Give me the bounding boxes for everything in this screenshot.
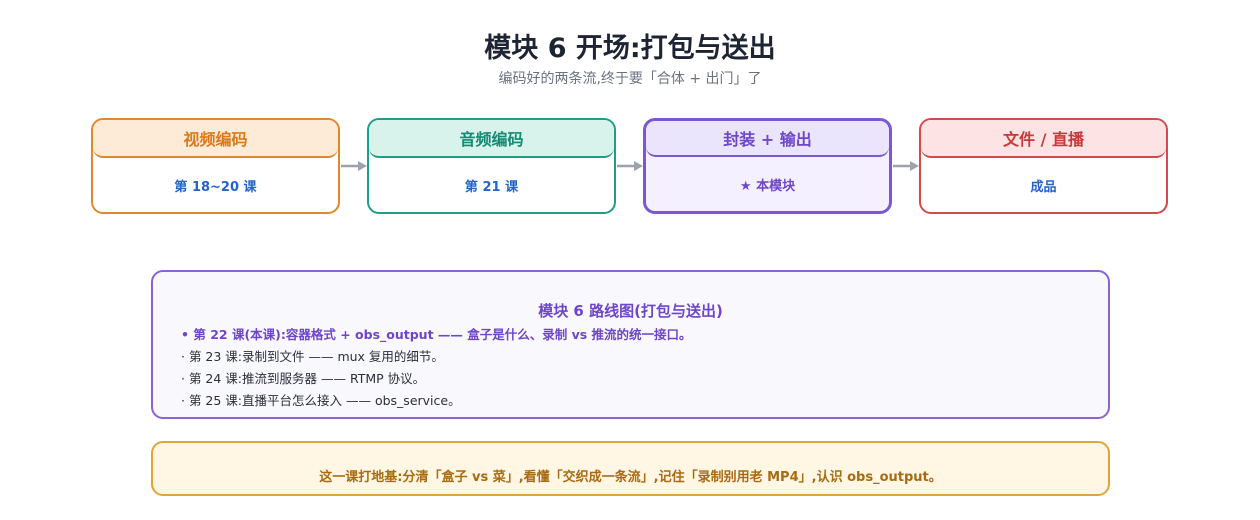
stage-audio-encode-detail: 第 21 课 — [464, 179, 519, 195]
stage-mux-output-label: 封装 + 输出 — [646, 121, 889, 157]
roadmap-item: · 第 25 课:直播平台怎么接入 —— obs_service。 — [181, 393, 461, 408]
summary-box: 这一课打地基:分清「盒子 vs 菜」,看懂「交织成一条流」,记住「录制别用老 M… — [151, 441, 1110, 496]
arrow-right-icon — [341, 161, 367, 171]
stage-audio-encode: 音频编码 第 21 课 — [367, 118, 616, 214]
stage-file-live-label: 文件 / 直播 — [921, 120, 1166, 158]
stage-mux-output-detail: ★ 本模块 — [739, 178, 796, 194]
stage-video-encode-label: 视频编码 — [93, 120, 338, 158]
arrow-right-icon — [893, 161, 919, 171]
stage-audio-encode-label: 音频编码 — [369, 120, 614, 158]
stage-video-encode-detail: 第 18~20 课 — [174, 179, 257, 195]
stage-file-live-detail: 成品 — [1030, 179, 1057, 195]
roadmap-title: 模块 6 路线图(打包与送出) — [538, 302, 723, 320]
stage-video-encode: 视频编码 第 18~20 课 — [91, 118, 340, 214]
summary-text: 这一课打地基:分清「盒子 vs 菜」,看懂「交织成一条流」,记住「录制别用老 M… — [319, 470, 942, 485]
roadmap-item: · 第 24 课:推流到服务器 —— RTMP 协议。 — [181, 371, 426, 386]
roadmap-panel: 模块 6 路线图(打包与送出) • 第 22 课(本课):容器格式 + obs_… — [151, 270, 1110, 419]
roadmap-item-current: • 第 22 课(本课):容器格式 + obs_output —— 盒子是什么、… — [181, 327, 692, 342]
stage-file-live: 文件 / 直播 成品 — [919, 118, 1168, 214]
page-title: 模块 6 开场:打包与送出 — [484, 33, 776, 64]
roadmap-item: · 第 23 课:录制到文件 —— mux 复用的细节。 — [181, 349, 444, 364]
page-subtitle: 编码好的两条流,终于要「合体 + 出门」了 — [498, 71, 762, 87]
arrow-right-icon — [617, 161, 643, 171]
roadmap-list: • 第 22 课(本课):容器格式 + obs_output —— 盒子是什么、… — [181, 324, 692, 412]
stage-mux-output: 封装 + 输出 ★ 本模块 — [643, 118, 892, 214]
